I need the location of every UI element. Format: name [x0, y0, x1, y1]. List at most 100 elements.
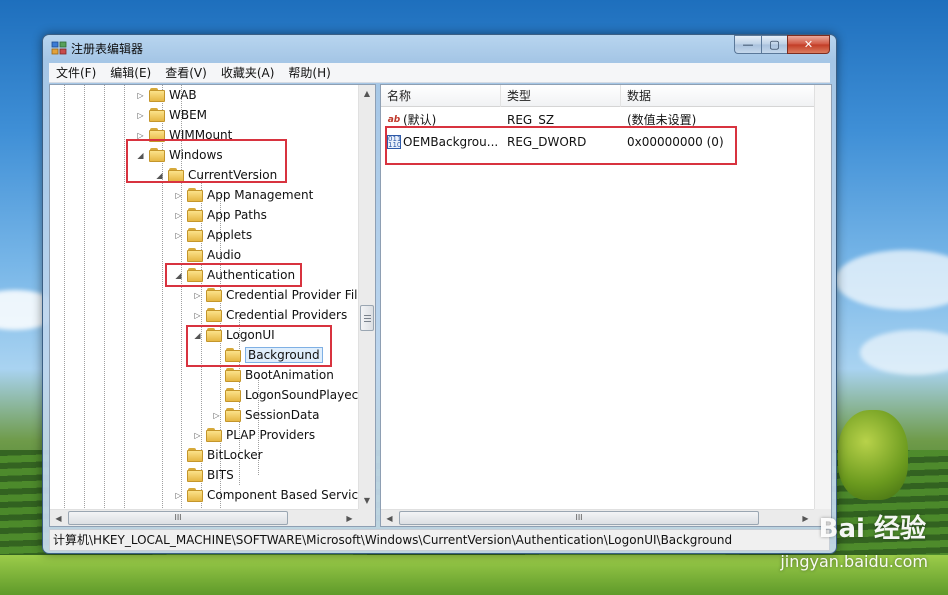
tree-item-label: BitLocker	[207, 448, 263, 462]
scroll-thumb[interactable]: III	[68, 511, 288, 525]
tree-item-label: Windows	[169, 148, 223, 162]
expand-arrow-icon[interactable]: ▷	[211, 411, 222, 420]
scroll-up-arrow-icon[interactable]: ▲	[359, 85, 375, 102]
tree-horizontal-scrollbar[interactable]: ◀ III ▶	[50, 509, 358, 526]
tree-vertical-scrollbar[interactable]: ▲ ▼	[358, 85, 375, 509]
scroll-thumb[interactable]	[360, 305, 374, 331]
tree-item-label-selected: Background	[245, 347, 323, 363]
tree-item-component-based-servicing[interactable]: ▷ Component Based Servic	[173, 485, 358, 505]
key-tree-pane[interactable]: ▷ WAB ▷ WBEM ▷ WIMMount ◢ Windows ◢ Curr…	[49, 84, 376, 527]
folder-icon	[206, 288, 222, 302]
tree-item-bootanimation[interactable]: BootAnimation	[211, 365, 334, 385]
tree-item-currentversion[interactable]: ◢ CurrentVersion	[154, 165, 277, 185]
tree-guide-line	[124, 85, 125, 510]
scroll-right-arrow-icon[interactable]: ▶	[341, 510, 358, 526]
binary-value-icon: 011 110	[387, 135, 402, 149]
list-horizontal-scrollbar[interactable]: ◀ III ▶	[381, 509, 814, 526]
tree-item-sessiondata[interactable]: ▷ SessionData	[211, 405, 319, 425]
tree-item-logonui[interactable]: ◢ LogonUI	[192, 325, 275, 345]
tree-item-authentication[interactable]: ◢ Authentication	[173, 265, 295, 285]
menu-bar: 文件(F) 编辑(E) 查看(V) 收藏夹(A) 帮助(H)	[49, 63, 830, 83]
tree-guide-line	[64, 85, 65, 510]
list-row[interactable]: ab (默认) REG_SZ (数值未设置)	[381, 109, 801, 131]
list-vertical-scrollbar[interactable]	[814, 85, 831, 509]
expand-arrow-icon[interactable]: ▷	[173, 211, 184, 220]
expand-arrow-icon[interactable]: ▷	[135, 111, 146, 120]
tree-item-applets[interactable]: ▷ Applets	[173, 225, 252, 245]
regedit-icon	[51, 41, 67, 55]
tree-item-wimmount[interactable]: ▷ WIMMount	[135, 125, 232, 145]
scroll-down-arrow-icon[interactable]: ▼	[359, 492, 375, 509]
column-header-type[interactable]: 类型	[501, 85, 621, 107]
scroll-right-arrow-icon[interactable]: ▶	[797, 510, 814, 526]
tree-item-label: WBEM	[169, 108, 208, 122]
tree-item-audio[interactable]: Audio	[173, 245, 241, 265]
folder-open-icon	[225, 348, 241, 362]
expand-arrow-icon[interactable]: ▷	[192, 311, 203, 320]
scroll-left-arrow-icon[interactable]: ◀	[50, 510, 67, 526]
list-row[interactable]: 011 110 OEMBackgrou... REG_DWORD 0x00000…	[381, 131, 801, 153]
collapse-arrow-icon[interactable]: ◢	[173, 271, 184, 280]
menu-favorites[interactable]: 收藏夹(A)	[214, 63, 282, 83]
expand-arrow-icon[interactable]: ▷	[135, 131, 146, 140]
tree	[838, 410, 908, 500]
folder-icon	[187, 188, 203, 202]
folder-icon	[225, 388, 241, 402]
tree-item-label: App Paths	[207, 208, 267, 222]
tree-guide-line	[104, 85, 105, 510]
folder-icon	[187, 208, 203, 222]
menu-help[interactable]: 帮助(H)	[281, 63, 337, 83]
expand-arrow-icon[interactable]: ▷	[135, 91, 146, 100]
tree-item-app-paths[interactable]: ▷ App Paths	[173, 205, 267, 225]
folder-icon	[149, 108, 165, 122]
tree-item-label: Authentication	[207, 268, 296, 282]
tree-item-label: LogonUI	[226, 328, 275, 342]
values-list-pane[interactable]: 名称 类型 数据 ab (默认) REG_SZ (数值未设置) 011 110 …	[380, 84, 832, 527]
folder-icon	[187, 468, 203, 482]
title-bar[interactable]: 注册表编辑器 — ▢ ✕	[43, 35, 836, 63]
collapse-arrow-icon[interactable]: ◢	[154, 171, 165, 180]
tree-item-bitlocker[interactable]: BitLocker	[173, 445, 263, 465]
scroll-thumb[interactable]: III	[399, 511, 759, 525]
tree-item-background[interactable]: Background	[211, 345, 323, 365]
folder-icon	[168, 168, 184, 182]
tree-item-label: CurrentVersion	[188, 168, 278, 182]
scroll-left-arrow-icon[interactable]: ◀	[381, 510, 398, 526]
maximize-button[interactable]: ▢	[761, 35, 787, 54]
folder-icon	[149, 88, 165, 102]
expand-arrow-icon[interactable]: ▷	[173, 191, 184, 200]
tree-item-label: LogonSoundPlayec	[245, 388, 359, 402]
menu-edit[interactable]: 编辑(E)	[103, 63, 158, 83]
collapse-arrow-icon[interactable]: ◢	[135, 151, 146, 160]
folder-icon	[149, 128, 165, 142]
minimize-button[interactable]: —	[734, 35, 761, 54]
tree-item-windows[interactable]: ◢ Windows	[135, 145, 223, 165]
folder-icon	[225, 368, 241, 382]
tree-item-credential-provider-filters[interactable]: ▷ Credential Provider Fil	[192, 285, 358, 305]
tree-item-label: Audio	[207, 248, 242, 262]
expand-arrow-icon[interactable]: ▷	[192, 431, 203, 440]
baidu-watermark-logo: Bai 经验	[818, 514, 926, 544]
tree-item-wbem[interactable]: ▷ WBEM	[135, 105, 207, 125]
value-type: REG_SZ	[507, 113, 555, 127]
tree-item-credential-providers[interactable]: ▷ Credential Providers	[192, 305, 347, 325]
cloud	[835, 250, 948, 310]
close-button[interactable]: ✕	[787, 35, 830, 54]
column-header-data[interactable]: 数据	[621, 85, 821, 107]
tree-item-label: BITS	[207, 468, 234, 482]
column-header-name[interactable]: 名称	[381, 85, 501, 107]
collapse-arrow-icon[interactable]: ◢	[192, 331, 203, 340]
menu-file[interactable]: 文件(F)	[49, 63, 103, 83]
tree-item-logonsoundplayed[interactable]: LogonSoundPlayec	[211, 385, 358, 405]
tree-item-app-management[interactable]: ▷ App Management	[173, 185, 313, 205]
tree-item-bits[interactable]: BITS	[173, 465, 234, 485]
expand-arrow-icon[interactable]: ▷	[192, 291, 203, 300]
expand-arrow-icon[interactable]: ▷	[173, 491, 184, 500]
expand-arrow-icon[interactable]: ▷	[173, 231, 184, 240]
folder-icon	[149, 148, 165, 162]
cloud	[860, 330, 948, 375]
tree-item-wab[interactable]: ▷ WAB	[135, 85, 197, 105]
tree-item-plap-providers[interactable]: ▷ PLAP Providers	[192, 425, 315, 445]
menu-view[interactable]: 查看(V)	[158, 63, 214, 83]
status-bar-path: 计算机\HKEY_LOCAL_MACHINE\SOFTWARE\Microsof…	[49, 529, 830, 551]
